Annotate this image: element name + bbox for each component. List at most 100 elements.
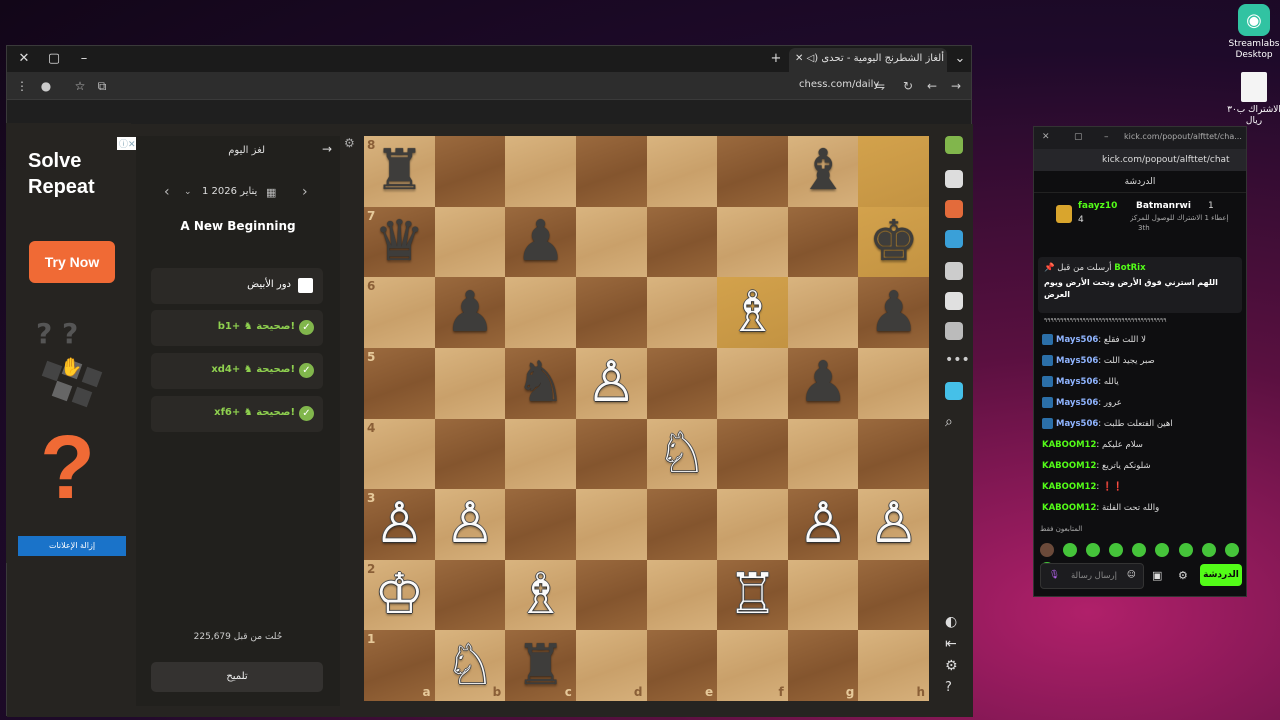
square-h5[interactable] — [858, 347, 929, 419]
square-d2[interactable] — [575, 559, 647, 631]
square-b5[interactable] — [434, 347, 506, 419]
chat-settings-icon[interactable]: ⚙ — [1178, 569, 1188, 582]
square-e6[interactable] — [646, 277, 718, 348]
chess-piece[interactable]: ♙ — [586, 355, 636, 411]
more-icon[interactable]: ••• — [945, 352, 970, 370]
square-d3[interactable] — [575, 489, 647, 560]
square-f6[interactable]: ♗ — [717, 277, 788, 348]
emote-icon[interactable] — [1201, 542, 1216, 557]
square-d4[interactable] — [575, 418, 647, 490]
watch-icon[interactable] — [945, 262, 963, 280]
square-b3[interactable]: ♙ — [434, 489, 506, 560]
share-icon[interactable]: ⧉ — [93, 77, 111, 95]
square-c3[interactable] — [505, 489, 576, 560]
pawn-logo-icon[interactable] — [945, 136, 963, 154]
square-d5[interactable]: ♙ — [575, 347, 647, 419]
chess-piece[interactable]: ♟ — [869, 284, 919, 341]
menu-icon[interactable]: ⋮ — [13, 77, 31, 95]
chess-piece[interactable]: ♙ — [374, 496, 424, 552]
square-a3[interactable]: 3 ♙ — [364, 489, 435, 560]
emote-icon[interactable] — [1178, 542, 1193, 557]
next-day-icon[interactable]: › — [302, 184, 308, 200]
chess-piece[interactable]: ♟ — [515, 213, 565, 270]
chess-piece[interactable]: ♙ — [869, 496, 919, 552]
bookmark-star-icon[interactable]: ☆ — [71, 77, 89, 95]
square-a6[interactable]: 6 — [364, 277, 435, 348]
square-e8[interactable] — [646, 136, 718, 207]
square-g3[interactable]: ♙ — [787, 489, 859, 560]
chess-piece[interactable]: ♞ — [515, 355, 565, 411]
back-icon[interactable]: → — [947, 77, 965, 95]
new-tab-icon[interactable]: + — [767, 50, 785, 68]
site-settings-icon[interactable]: ⇋ — [871, 77, 889, 95]
square-f8[interactable] — [717, 136, 788, 207]
chat-username[interactable]: KABOOM12 — [1042, 503, 1096, 513]
chess-piece[interactable]: ♟ — [798, 355, 848, 411]
chat-username[interactable]: Mays506 — [1056, 377, 1098, 387]
diamond-icon[interactable] — [945, 382, 963, 400]
emoji-icon[interactable]: ☺ — [1127, 570, 1136, 580]
theme-toggle-icon[interactable]: ◐ — [945, 614, 963, 632]
square-b8[interactable] — [434, 136, 506, 207]
square-a8[interactable]: 8 ♜ — [364, 136, 435, 207]
chess-piece[interactable]: ♘ — [445, 637, 495, 694]
maximize-window-icon[interactable]: ▢ — [45, 50, 63, 68]
square-c8[interactable] — [505, 136, 576, 207]
audio-icon[interactable]: ◁) — [807, 53, 819, 64]
square-d6[interactable] — [575, 277, 647, 348]
square-b2[interactable] — [434, 559, 506, 631]
square-h7[interactable]: ♚ — [858, 206, 929, 278]
square-g2[interactable] — [787, 559, 859, 631]
chess-piece[interactable]: ♚ — [869, 213, 919, 270]
chat-username[interactable]: Mays506 — [1056, 356, 1098, 366]
square-h1[interactable]: h — [858, 630, 929, 701]
chat-username[interactable]: KABOOM12 — [1042, 461, 1096, 471]
gift-icon[interactable]: ▣ — [1152, 569, 1162, 582]
play-icon[interactable] — [945, 170, 963, 188]
square-f4[interactable] — [717, 418, 788, 490]
chess-piece[interactable]: ♖ — [727, 567, 777, 623]
square-f7[interactable] — [717, 206, 788, 278]
chat-url[interactable]: kick.com/popout/alfttet/chat — [1102, 155, 1230, 165]
chess-piece[interactable]: ♗ — [515, 567, 565, 623]
square-a1[interactable]: 1a — [364, 630, 435, 701]
close-window-icon[interactable]: ✕ — [15, 50, 33, 68]
minimize-window-icon[interactable]: – — [75, 50, 93, 68]
square-a5[interactable]: 5 — [364, 347, 435, 419]
square-f1[interactable]: f — [717, 630, 788, 701]
calendar-icon[interactable]: ▦ — [266, 186, 276, 199]
chess-piece[interactable]: ♗ — [727, 284, 777, 341]
chess-piece[interactable]: ♔ — [374, 567, 424, 623]
square-b7[interactable] — [434, 206, 506, 278]
tab-search-icon[interactable]: ⌄ — [951, 50, 969, 68]
chat-username[interactable]: Mays506 — [1056, 419, 1098, 429]
chess-board[interactable]: 8 ♜ ♝ 7 ♛ ♟ ♚ 6 ♟ ♗ ♟ 5 ♞ ♙ ♟ 4 ♘ 3 ♙ ♙ ♙ ♙ 2 ♔ ♗ ♖ 1 a b ♘ c ♜ d e f g h — [364, 136, 929, 701]
square-e3[interactable] — [646, 489, 718, 560]
chess-piece[interactable]: ♟ — [445, 284, 495, 341]
square-g7[interactable] — [787, 206, 859, 278]
square-g8[interactable]: ♝ — [787, 136, 859, 207]
chess-piece[interactable]: ♜ — [374, 143, 424, 199]
square-a4[interactable]: 4 — [364, 418, 435, 490]
learn-icon[interactable] — [945, 230, 963, 248]
settings-icon[interactable]: ⚙ — [945, 658, 963, 676]
chess-piece[interactable]: ♙ — [445, 496, 495, 552]
desktop-file-shortcut[interactable]: الاشتراك ب٣٠ ريال — [1222, 72, 1280, 127]
square-g5[interactable]: ♟ — [787, 347, 859, 419]
chess-piece[interactable]: ♛ — [374, 213, 424, 270]
emote-icon[interactable] — [1224, 542, 1239, 557]
settings-gear-icon[interactable]: ⚙ — [344, 136, 355, 150]
square-h6[interactable]: ♟ — [858, 277, 929, 348]
square-e4[interactable]: ♘ — [646, 418, 718, 490]
forward-icon[interactable]: ← — [923, 77, 941, 95]
previous-day-icon[interactable]: ‹ — [164, 184, 170, 200]
chess-piece[interactable]: ♝ — [798, 143, 848, 199]
emote-icon[interactable] — [1063, 542, 1078, 557]
square-a7[interactable]: 7 ♛ — [364, 206, 435, 278]
news-icon[interactable] — [945, 292, 963, 310]
help-icon[interactable]: ? — [945, 680, 963, 698]
date-text[interactable]: 1 يناير 2026 — [202, 186, 257, 197]
chess-piece[interactable]: ♙ — [798, 496, 848, 552]
chat-minimize-icon[interactable]: – — [1104, 132, 1109, 142]
chess-piece[interactable]: ♜ — [515, 637, 565, 694]
